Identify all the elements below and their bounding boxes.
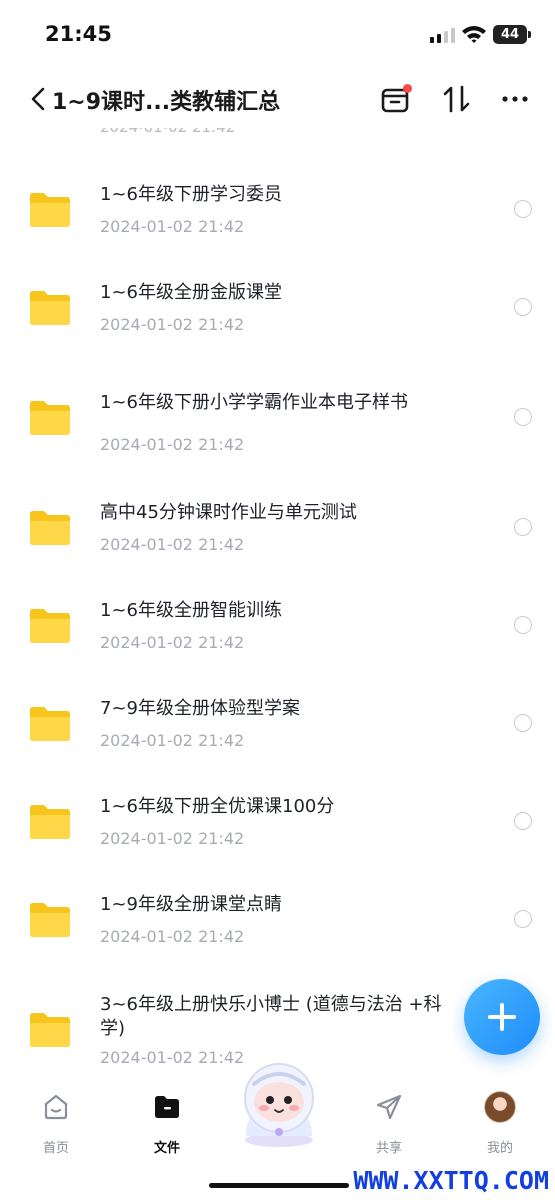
battery-icon: 44	[493, 25, 531, 44]
file-date: 2024-01-02 21:42	[100, 927, 245, 946]
page-title: 1~9课时...类教辅汇总	[52, 90, 281, 115]
tab-home[interactable]: 首页	[16, 1090, 96, 1156]
tab-label: 文件	[153, 1141, 180, 1156]
folder-icon	[30, 609, 70, 643]
wifi-icon	[462, 26, 486, 43]
tab-share[interactable]: 共享	[349, 1090, 429, 1156]
tab-label: 首页	[42, 1141, 69, 1156]
list-item[interactable]: 1~6年级全册金版课堂 2024-01-02 21:42	[0, 278, 555, 368]
file-date: 2024-01-02 21:42	[100, 315, 245, 334]
file-date: 2024-01-02 21:42	[100, 535, 245, 554]
list-item[interactable]: 1~9年级全册课堂点睛 2024-01-02 21:42	[0, 890, 555, 980]
folder-icon	[30, 291, 70, 325]
folder-icon	[30, 511, 70, 545]
select-radio[interactable]	[514, 408, 532, 426]
file-date: 2024-01-02 21:42	[100, 1048, 245, 1067]
file-list: 1~6年级下册学习委员 2024-01-02 21:42 1~6年级全册金版课堂…	[0, 128, 555, 1078]
status-bar: 21:45 44	[0, 0, 555, 70]
select-radio[interactable]	[514, 714, 532, 732]
archive-button[interactable]	[378, 82, 412, 116]
tab-bar: 首页 文件 共享 我的 WWW.XXTTQ.COM	[0, 1063, 555, 1200]
select-radio[interactable]	[514, 518, 532, 536]
file-name: 高中45分钟课时作业与单元测试	[100, 502, 357, 523]
add-button[interactable]	[464, 979, 540, 1055]
select-radio[interactable]	[514, 812, 532, 830]
tab-label: 我的	[486, 1141, 513, 1156]
folder-icon	[30, 401, 70, 435]
cellular-signal-icon	[430, 27, 456, 43]
file-name: 1~6年级下册小学学霸作业本电子样书	[100, 392, 408, 413]
chevron-left-icon[interactable]	[28, 85, 48, 113]
tab-files[interactable]: 文件	[127, 1090, 207, 1156]
list-item[interactable]: 1~6年级全册智能训练 2024-01-02 21:42	[0, 596, 555, 686]
list-item[interactable]: 高中45分钟课时作业与单元测试 2024-01-02 21:42	[0, 498, 555, 588]
home-icon	[44, 1094, 68, 1120]
send-icon	[376, 1094, 402, 1120]
list-item[interactable]: 7~9年级全册体验型学案 2024-01-02 21:42	[0, 694, 555, 784]
tab-profile[interactable]: 我的	[460, 1090, 540, 1156]
mascot-icon[interactable]	[226, 1060, 332, 1148]
home-indicator[interactable]	[209, 1183, 349, 1188]
more-icon	[502, 96, 528, 102]
folder-icon	[30, 903, 70, 937]
watermark-text: WWW.XXTTQ.COM	[353, 1166, 549, 1195]
tab-label: 共享	[375, 1141, 402, 1156]
folder-icon	[30, 707, 70, 741]
file-name: 7~9年级全册体验型学案	[100, 698, 300, 719]
status-time: 21:45	[45, 22, 112, 46]
nav-bar: 1~9课时...类教辅汇总	[0, 70, 555, 128]
folder-icon	[155, 1096, 179, 1118]
folder-icon	[30, 805, 70, 839]
select-radio[interactable]	[514, 910, 532, 928]
sort-button[interactable]	[440, 82, 474, 116]
notification-dot	[403, 84, 412, 93]
file-name: 1~6年级下册全优课课100分	[100, 796, 335, 817]
list-item[interactable]: 1~6年级下册全优课课100分 2024-01-02 21:42	[0, 792, 555, 882]
list-item[interactable]: 1~6年级下册小学学霸作业本电子样书 2024-01-02 21:42	[0, 388, 555, 488]
file-name: 1~6年级下册学习委员	[100, 184, 282, 205]
select-radio[interactable]	[514, 298, 532, 316]
avatar-icon	[484, 1091, 516, 1123]
file-date: 2024-01-02 21:42	[100, 217, 245, 236]
file-date: 2024-01-02 21:42	[100, 435, 245, 454]
folder-icon	[30, 193, 70, 227]
file-name: 1~9年级全册课堂点睛	[100, 894, 282, 915]
more-button[interactable]	[498, 82, 532, 116]
file-name: 1~6年级全册智能训练	[100, 600, 282, 621]
file-date: 2024-01-02 21:42	[100, 829, 245, 848]
sort-icon	[443, 85, 470, 113]
file-name: 3~6年级上册快乐小博士 (道德与法治 +科学)	[100, 994, 442, 1039]
folder-icon	[30, 1013, 70, 1047]
file-name: 1~6年级全册金版课堂	[100, 282, 282, 303]
file-date: 2024-01-02 21:42	[100, 731, 245, 750]
file-date: 2024-01-02 21:42	[100, 633, 245, 652]
select-radio[interactable]	[514, 616, 532, 634]
list-item[interactable]: 1~6年级下册学习委员 2024-01-02 21:42	[0, 180, 555, 270]
select-radio[interactable]	[514, 200, 532, 218]
